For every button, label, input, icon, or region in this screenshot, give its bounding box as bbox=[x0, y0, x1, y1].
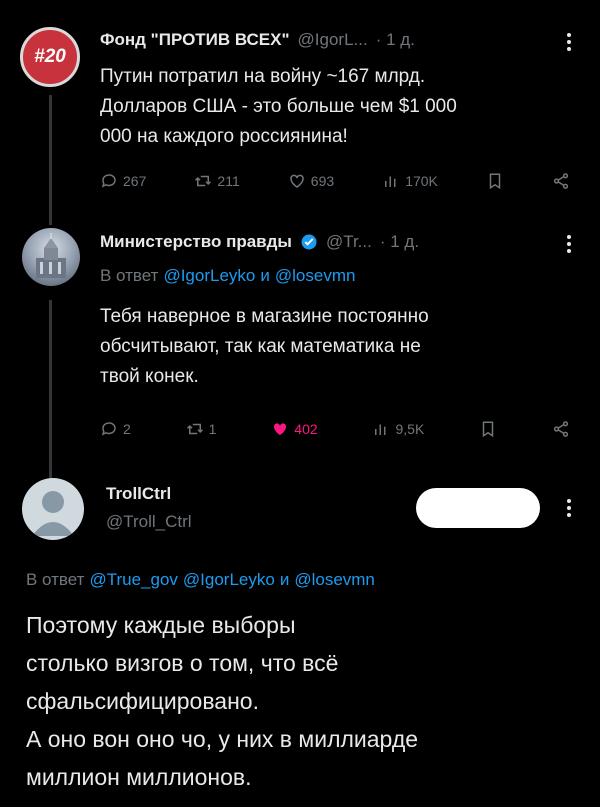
avatar[interactable] bbox=[22, 228, 80, 286]
share-button[interactable] bbox=[552, 420, 570, 438]
reply-mention[interactable]: @losevmn bbox=[294, 570, 375, 590]
like-count: 402 bbox=[294, 421, 318, 437]
tweet-text-line: Поэтому каждые выборы bbox=[26, 612, 296, 638]
views-icon bbox=[375, 424, 386, 435]
tweet-text-line: обсчитывают, так как математика не bbox=[100, 336, 421, 357]
reply-count: 267 bbox=[123, 173, 147, 189]
reply-mention[interactable]: @True_gov bbox=[89, 570, 177, 590]
reply-context: В ответ @True_gov @IgorLeyko и @losevmn bbox=[26, 570, 375, 590]
thread-line-1 bbox=[49, 95, 52, 225]
share-icon bbox=[553, 173, 569, 189]
views-count: 170K bbox=[405, 173, 438, 189]
tweet-text-line: 000 на каждого россиянина! bbox=[100, 126, 348, 147]
bookmark-button[interactable] bbox=[479, 420, 497, 438]
share-button[interactable] bbox=[552, 172, 570, 190]
retweet-icon bbox=[195, 175, 212, 187]
follow-button[interactable] bbox=[416, 488, 540, 528]
retweet-count: 1 bbox=[208, 421, 217, 437]
avatar[interactable] bbox=[22, 478, 84, 540]
heart-icon bbox=[290, 174, 304, 188]
bookmark-icon bbox=[482, 421, 494, 438]
reply-icon bbox=[101, 174, 116, 188]
tweet-text-line: Тебя наверное в магазине постоянно bbox=[100, 306, 429, 327]
reply-button[interactable]: 267 bbox=[100, 172, 146, 190]
author-handle[interactable]: @Tr... bbox=[326, 232, 372, 252]
tweet-actions: 267 211 693 170K bbox=[100, 172, 570, 190]
tweet-time[interactable]: · 1 д. bbox=[376, 30, 415, 50]
tweet-text-line: Долларов США - это больше чем $1 000 bbox=[100, 96, 457, 117]
share-icon bbox=[553, 421, 569, 437]
bookmark-button[interactable] bbox=[486, 172, 504, 190]
retweet-button[interactable]: 211 bbox=[194, 172, 240, 190]
tweet-time[interactable]: · 1 д. bbox=[380, 232, 419, 252]
tweet-text-line: Путин потратил на войну ~167 млрд. bbox=[100, 66, 426, 87]
retweet-count: 211 bbox=[217, 173, 240, 189]
views-count: 9,5K bbox=[395, 421, 425, 437]
views-icon bbox=[385, 176, 396, 187]
tweet-text-line: А оно вон оно чо, у них в миллиарде bbox=[26, 726, 419, 752]
author-handle[interactable]: @Troll_Ctrl bbox=[106, 512, 192, 532]
building-icon bbox=[36, 233, 66, 278]
heart-filled-icon bbox=[274, 423, 287, 435]
thread-line-2 bbox=[49, 300, 52, 480]
avatar-badge-text: #20 bbox=[34, 46, 66, 67]
retweet-icon bbox=[186, 423, 203, 435]
like-button[interactable]: 693 bbox=[288, 172, 334, 190]
tweet-text: Тебя наверное в магазине постоянно обсчи… bbox=[100, 302, 429, 392]
views-button[interactable]: 9,5K bbox=[372, 420, 424, 438]
tweet-text: Путин потратил на войну ~167 млрд. Долла… bbox=[100, 62, 457, 152]
author-name[interactable]: Министерство правды bbox=[100, 232, 292, 252]
like-count: 693 bbox=[310, 173, 335, 189]
more-options-icon[interactable] bbox=[567, 30, 571, 54]
retweet-button[interactable]: 1 bbox=[186, 420, 217, 438]
reply-mention[interactable]: @losevmn bbox=[275, 266, 356, 286]
reply-and: и bbox=[260, 266, 270, 285]
reply-context: В ответ @IgorLeyko и @losevmn bbox=[100, 266, 355, 286]
tweet-actions: 2 1 402 9,5K bbox=[100, 420, 570, 438]
reply-prefix: В ответ bbox=[100, 266, 159, 285]
reply-prefix: В ответ bbox=[26, 570, 85, 589]
tweet-text-line: миллион миллионов. bbox=[26, 764, 252, 790]
author-handle[interactable]: @IgorL... bbox=[298, 30, 368, 50]
tweet-text: Поэтому каждые выборы столько визгов о т… bbox=[26, 606, 418, 796]
views-button[interactable]: 170K bbox=[382, 172, 438, 190]
like-button[interactable]: 402 bbox=[271, 420, 318, 438]
author-name[interactable]: TrollCtrl bbox=[106, 484, 171, 504]
more-options-icon[interactable] bbox=[567, 232, 571, 256]
reply-icon bbox=[101, 422, 116, 436]
bookmark-icon bbox=[489, 173, 501, 190]
verified-badge-icon bbox=[301, 234, 317, 250]
default-avatar-icon bbox=[32, 491, 74, 536]
reply-mention[interactable]: @IgorLeyko bbox=[183, 570, 275, 590]
tweet-text-line: столько визгов о том, что всё bbox=[26, 650, 339, 676]
tweet-text-line: сфальсифицировано. bbox=[26, 688, 259, 714]
reply-and: и bbox=[279, 570, 290, 589]
more-options-icon[interactable] bbox=[567, 496, 571, 520]
reply-count: 2 bbox=[123, 421, 131, 437]
reply-button[interactable]: 2 bbox=[100, 420, 131, 438]
reply-mention[interactable]: @IgorLeyko bbox=[163, 266, 255, 286]
avatar[interactable]: #20 bbox=[20, 27, 80, 87]
author-name[interactable]: Фонд "ПРОТИВ ВСЕХ" bbox=[100, 30, 290, 50]
tweet-text-line: твой конек. bbox=[100, 366, 199, 387]
